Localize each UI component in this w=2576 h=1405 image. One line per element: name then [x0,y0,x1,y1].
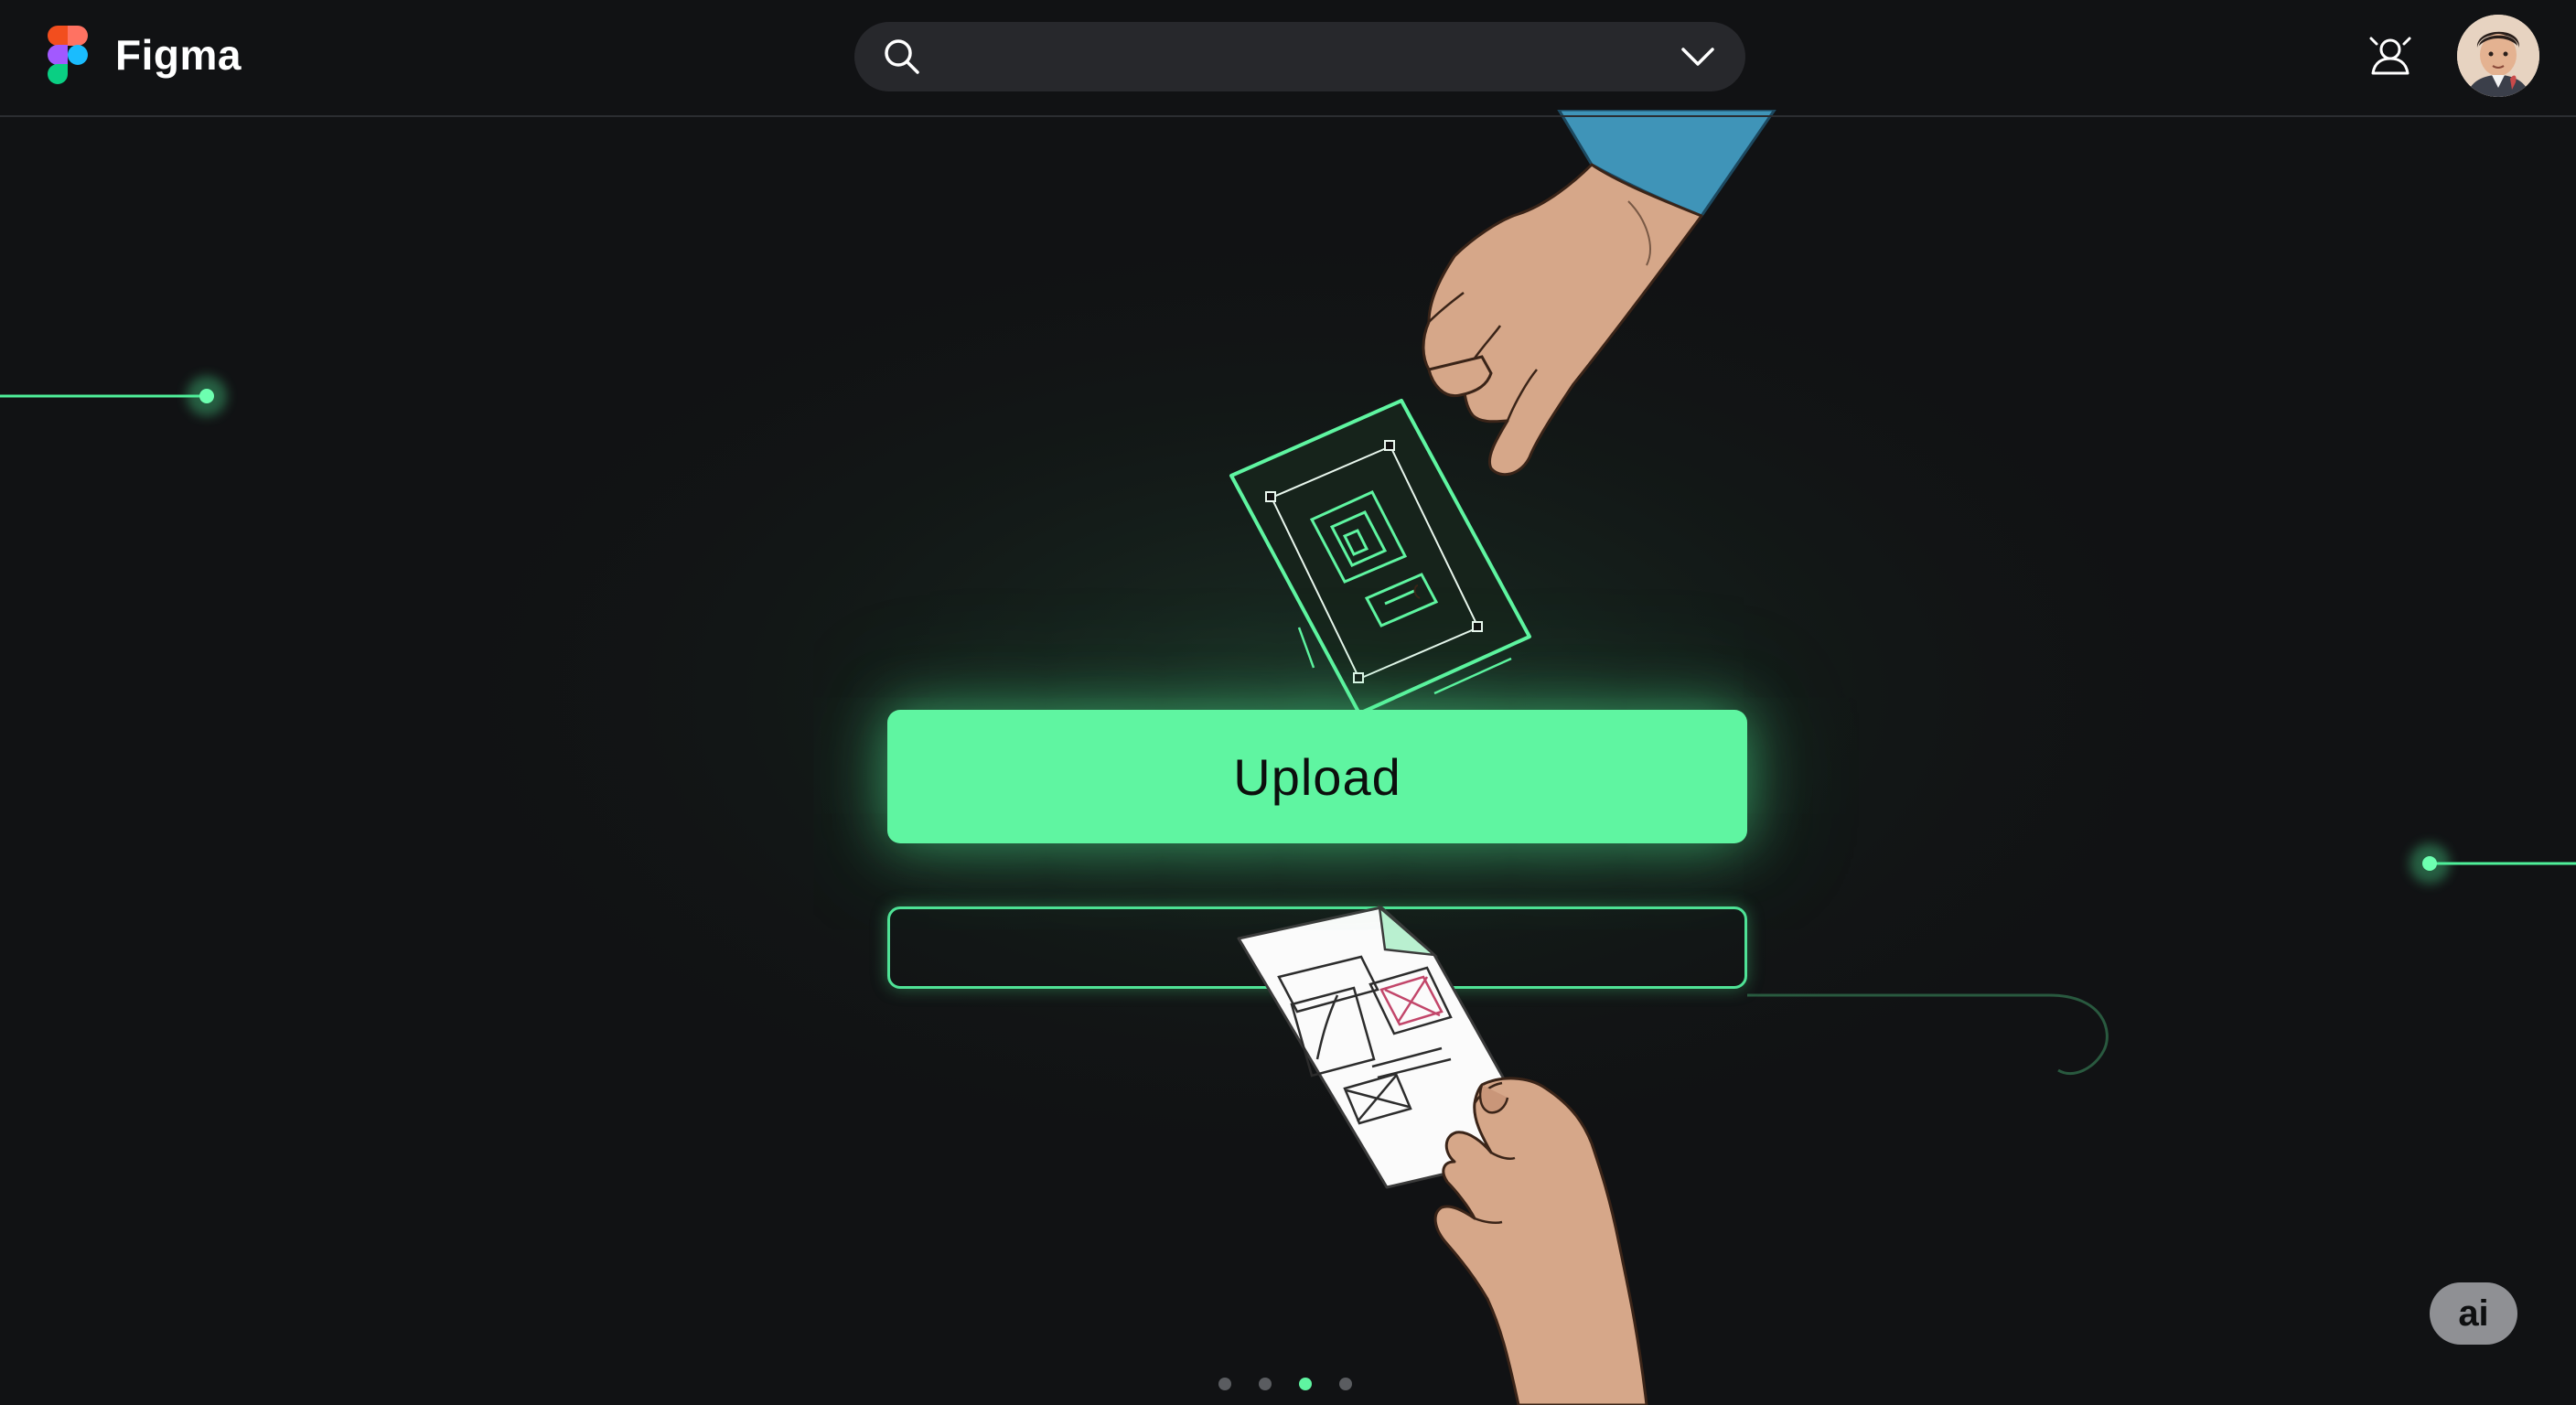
user-presence-icon[interactable] [2366,31,2415,80]
ai-assistant-button[interactable]: ai [2430,1282,2517,1345]
pager-dot[interactable] [1218,1378,1231,1390]
avatar[interactable] [2457,15,2539,97]
hand-holding-design-card-illustration [1229,110,1776,715]
pager-dot-active[interactable] [1299,1378,1312,1390]
user-avatar-icon [2457,15,2539,97]
search-input[interactable] [942,33,1586,82]
upload-button[interactable]: Upload [887,710,1747,843]
hand-holding-wireframe-paper-illustration [1237,904,1648,1405]
figma-logo-icon [48,26,88,84]
app-name: Figma [115,31,242,79]
top-bar: Figma [0,0,2576,117]
pager-dot[interactable] [1259,1378,1272,1390]
search-icon [885,39,919,74]
pager-dot[interactable] [1339,1378,1352,1390]
carousel-pager [1218,1378,1352,1390]
search-bar[interactable] [854,22,1745,91]
brand[interactable]: Figma [48,26,242,84]
chevron-down-icon[interactable] [1678,42,1718,71]
